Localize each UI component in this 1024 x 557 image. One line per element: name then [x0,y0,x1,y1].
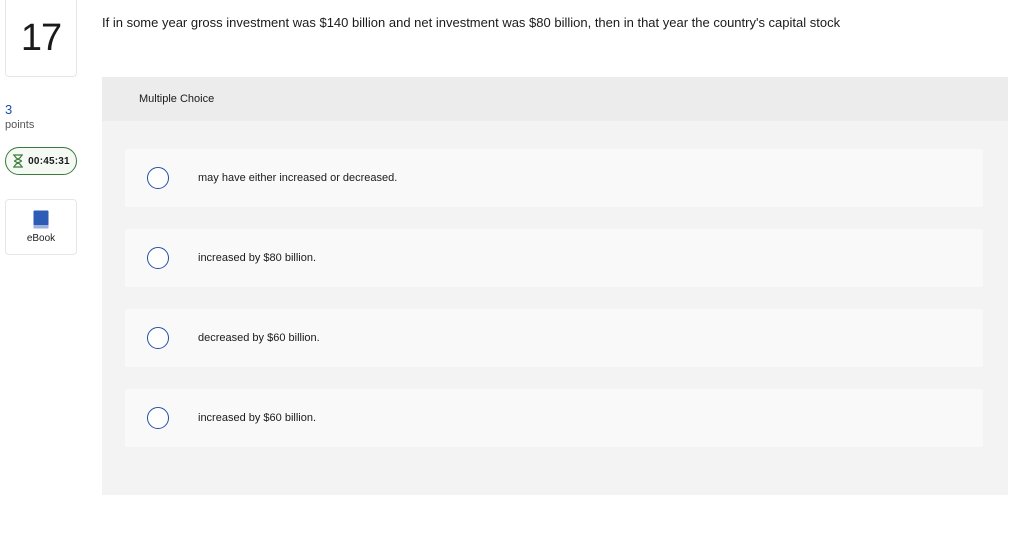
choice-option[interactable]: increased by $60 billion. [125,389,983,447]
points-label: points [5,119,35,131]
question-number-card: 17 [5,0,77,77]
ebook-button[interactable]: eBook [5,199,77,255]
choice-label: increased by $80 billion. [198,252,317,264]
choice-option[interactable]: increased by $80 billion. [125,229,983,287]
choice-label: increased by $60 billion. [198,412,317,424]
panel-header: Multiple Choice [102,77,1008,121]
points-value: 3 [5,102,13,117]
timer-button[interactable]: 00:45:31 [5,147,77,175]
points-block: 3 points [5,103,34,131]
radio-button[interactable] [147,327,169,349]
question-text: If in some year gross investment was $14… [102,15,841,30]
hourglass-icon [13,154,24,168]
ebook-label: eBook [26,233,56,244]
choice-label: may have either increased or decreased. [198,172,398,184]
radio-button[interactable] [147,407,169,429]
radio-button[interactable] [147,167,169,189]
choice-option[interactable]: may have either increased or decreased. [125,149,983,207]
timer-text: 00:45:31 [28,155,70,167]
question-number: 17 [20,16,62,59]
choice-label: decreased by $60 billion. [198,332,320,344]
answer-panel: Multiple Choice may have either increase… [102,77,1008,495]
question-page: 17 3 points 00:45:31 eBook If in some ye… [0,0,1024,557]
radio-button[interactable] [147,247,169,269]
question-type-label: Multiple Choice [139,93,215,105]
book-icon [33,210,49,229]
choice-option[interactable]: decreased by $60 billion. [125,309,983,367]
